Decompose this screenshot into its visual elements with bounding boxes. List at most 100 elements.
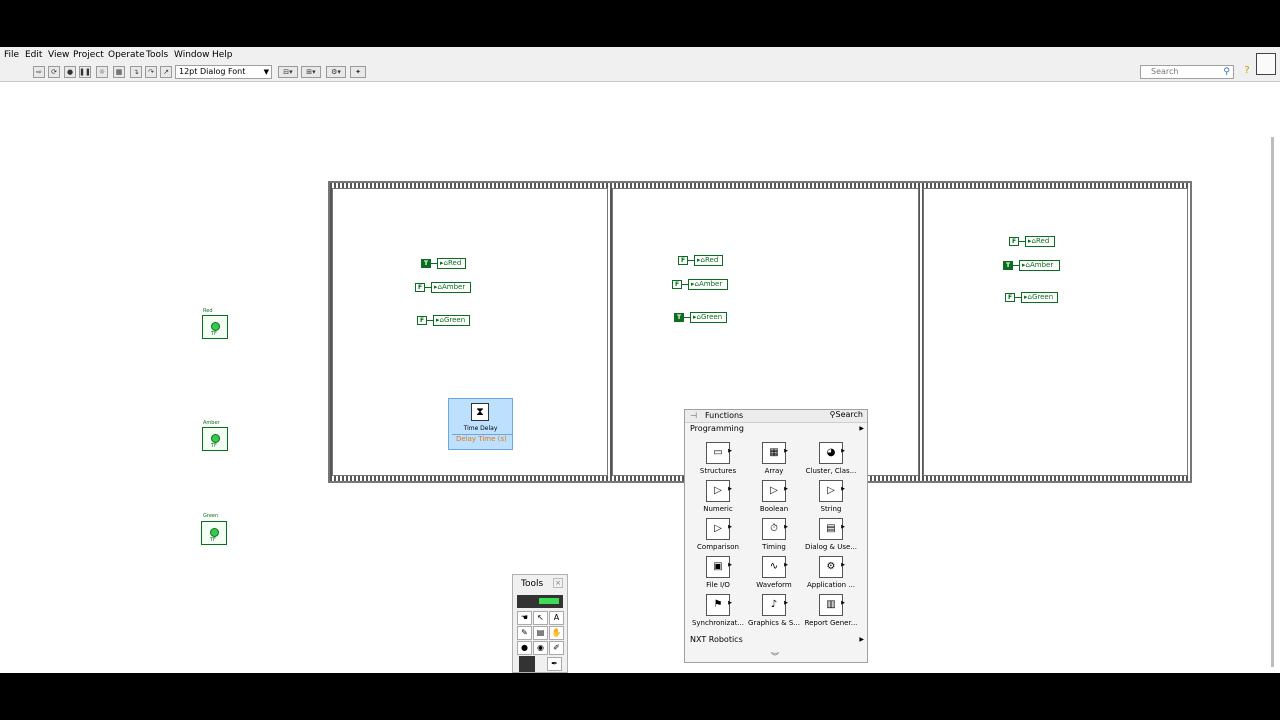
scroll-icon[interactable]: ✋ <box>549 626 564 640</box>
vertical-scrollbar[interactable] <box>1267 87 1279 672</box>
local-variable-amber[interactable]: ▸⌂Amber <box>688 279 728 290</box>
palette-item-comparison[interactable]: ▷ ▶ Comparison <box>690 518 746 556</box>
pointer-icon[interactable]: ↖ <box>533 611 548 625</box>
palette-item-numeric[interactable]: ▷ ▶ Numeric <box>690 480 746 518</box>
reorder-icon[interactable]: ⚙▾ <box>326 66 346 78</box>
boolean-constant[interactable]: T <box>1003 261 1013 270</box>
delay-time-input[interactable]: Delay Time (s) <box>452 434 512 444</box>
local-variable-green[interactable]: ▸⌂Green <box>1021 292 1058 303</box>
breakpoint-icon[interactable]: ● <box>517 641 532 655</box>
local-variable-name: Green <box>1031 293 1054 301</box>
local-variable-red[interactable]: ▸⌂Red <box>437 258 466 269</box>
wiring-icon[interactable]: ✎ <box>517 626 532 640</box>
brush-icon[interactable]: ✒ <box>547 657 562 671</box>
text-tool-icon[interactable]: A <box>549 611 564 625</box>
step-into-icon[interactable]: ↴ <box>130 66 142 78</box>
automatic-tool-selection[interactable] <box>517 595 563 608</box>
close-icon[interactable]: × <box>553 578 563 588</box>
search-input[interactable]: Search ⚲ <box>1140 65 1234 79</box>
local-variable-name: Amber <box>1029 261 1054 269</box>
vi-icon <box>1256 53 1276 75</box>
local-variable-amber[interactable]: ▸⌂Amber <box>431 282 471 293</box>
green-indicator-label: Green <box>203 513 219 519</box>
boolean-constant[interactable]: F <box>1005 293 1015 302</box>
palette-item-application-control[interactable]: ⚙ ▶ Application ... <box>803 556 859 594</box>
palette-item-graphics-sound[interactable]: ♪ ▶ Graphics & S... <box>746 594 802 632</box>
numeric-icon: ▷ ▶ <box>706 480 732 502</box>
highlight-execution-icon[interactable]: ☼ <box>96 66 108 78</box>
red-indicator[interactable]: TF <box>202 315 228 339</box>
boolean-constant[interactable]: T <box>421 259 431 268</box>
functions-palette: ⊣ Functions ⚲Search Programming ▶ ▭ ▶ Stru… <box>684 409 868 663</box>
palette-item-waveform[interactable]: ∿ ▶ Waveform <box>746 556 802 594</box>
search-icon[interactable]: ⚲ <box>1223 66 1230 78</box>
menu-edit[interactable]: Edit <box>25 50 42 60</box>
menu-tools[interactable]: Tools <box>146 50 168 60</box>
category-programming[interactable]: Programming <box>690 424 744 433</box>
font-selector[interactable]: 12pt Dialog Font ▼ <box>175 65 272 79</box>
align-objects-icon[interactable]: ⊟▾ <box>278 66 298 78</box>
pause-icon[interactable]: ❚❚ <box>79 66 91 78</box>
palette-item-label: Dialog & Use... <box>805 543 857 551</box>
boolean-constant[interactable]: F <box>672 280 682 289</box>
menu-operate[interactable]: Operate <box>108 50 145 60</box>
retain-wire-values-icon[interactable]: ▦ <box>113 66 125 78</box>
expand-chevron-icon[interactable]: ︾ <box>771 651 779 662</box>
local-variable-green[interactable]: ▸⌂Green <box>433 315 470 326</box>
palette-item-structures[interactable]: ▭ ▶ Structures <box>690 442 746 480</box>
step-out-icon[interactable]: ↗ <box>160 66 172 78</box>
chevron-down-icon: ▼ <box>263 68 269 76</box>
boolean-constant[interactable]: F <box>417 316 427 325</box>
local-variable-red[interactable]: ▸⌂Red <box>1025 236 1055 247</box>
shortcut-menu-icon[interactable]: ▤ <box>533 626 548 640</box>
palette-item-label: Timing <box>762 543 786 551</box>
run-continuously-icon[interactable]: ⟳ <box>48 66 60 78</box>
palette-search-button[interactable]: ⚲Search <box>830 410 863 419</box>
palette-item-report-generation[interactable]: ▥ ▶ Report Gener... <box>803 594 859 632</box>
boolean-constant[interactable]: F <box>678 256 688 265</box>
palette-item-synchronization[interactable]: ⚑ ▶ Synchronizat... <box>690 594 746 632</box>
boolean-constant[interactable]: F <box>1009 237 1019 246</box>
boolean-constant[interactable]: T <box>674 313 684 322</box>
category-nxt-robotics[interactable]: NXT Robotics <box>690 635 743 644</box>
hand-icon[interactable]: ☚ <box>517 611 532 625</box>
scrollbar-thumb[interactable] <box>1271 137 1274 667</box>
step-over-icon[interactable]: ↷ <box>145 66 157 78</box>
clean-up-diagram-icon[interactable]: ✦ <box>350 66 366 78</box>
tools-palette: Tools × ☚ ↖ A ✎ ▤ ✋ ● ◉ ✐ ✒ <box>512 574 568 673</box>
led-icon <box>211 322 220 331</box>
pin-icon[interactable]: ⊣ <box>690 411 697 420</box>
palette-item-boolean[interactable]: ▷ ▶ Boolean <box>746 480 802 518</box>
palette-item-file-io[interactable]: ▣ ▶ File I/O <box>690 556 746 594</box>
menu-help[interactable]: Help <box>212 50 233 60</box>
palette-item-timing[interactable]: ⏱ ▶ Timing <box>746 518 802 556</box>
tf-icon: TF <box>210 537 216 543</box>
green-indicator[interactable]: TF <box>201 521 227 545</box>
amber-indicator[interactable]: TF <box>202 427 228 451</box>
menu-project[interactable]: Project <box>73 50 104 60</box>
local-variable-amber[interactable]: ▸⌂Amber <box>1019 260 1060 271</box>
get-color-icon[interactable]: ✐ <box>549 641 564 655</box>
local-variable-red[interactable]: ▸⌂Red <box>694 255 723 266</box>
palette-item-cluster[interactable]: ◕ ▶ Cluster, Clas... <box>803 442 859 480</box>
boolean-constant[interactable]: F <box>415 283 425 292</box>
palette-item-string[interactable]: ▷ ▶ String <box>803 480 859 518</box>
run-icon[interactable]: ⇨ <box>33 66 45 78</box>
cluster-icon: ◕ ▶ <box>819 442 845 464</box>
menu-file[interactable]: File <box>4 50 19 60</box>
abort-icon[interactable]: ● <box>64 66 76 78</box>
tf-icon: TF <box>211 331 217 337</box>
color-tool[interactable] <box>519 656 535 672</box>
palette-item-label: Graphics & S... <box>748 619 800 627</box>
palette-item-dialog[interactable]: ▤ ▶ Dialog & Use... <box>803 518 859 556</box>
graphics-sound-icon: ♪ ▶ <box>762 594 788 616</box>
distribute-objects-icon[interactable]: ⊞▾ <box>301 66 321 78</box>
context-help-icon[interactable]: ? <box>1240 65 1254 79</box>
local-variable-green[interactable]: ▸⌂Green <box>690 312 727 323</box>
time-delay-express-vi[interactable]: ⧗ Time Delay Delay Time (s) <box>448 398 513 450</box>
probe-icon[interactable]: ◉ <box>533 641 548 655</box>
menu-window[interactable]: Window <box>174 50 210 60</box>
palette-item-array[interactable]: ▦ ▶ Array <box>746 442 802 480</box>
menu-view[interactable]: View <box>48 50 69 60</box>
sequence-frame-3[interactable] <box>923 188 1188 476</box>
